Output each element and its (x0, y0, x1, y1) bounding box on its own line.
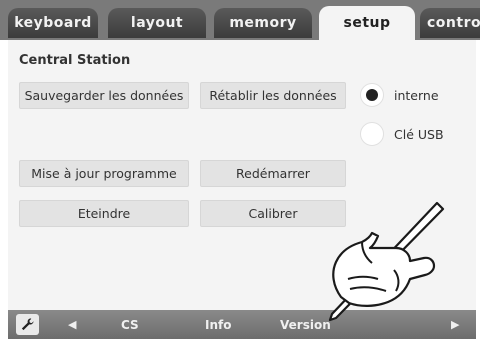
app-window: keyboard layout memory setup control Cen… (0, 0, 480, 339)
stylus-hand-illustration (328, 201, 445, 322)
